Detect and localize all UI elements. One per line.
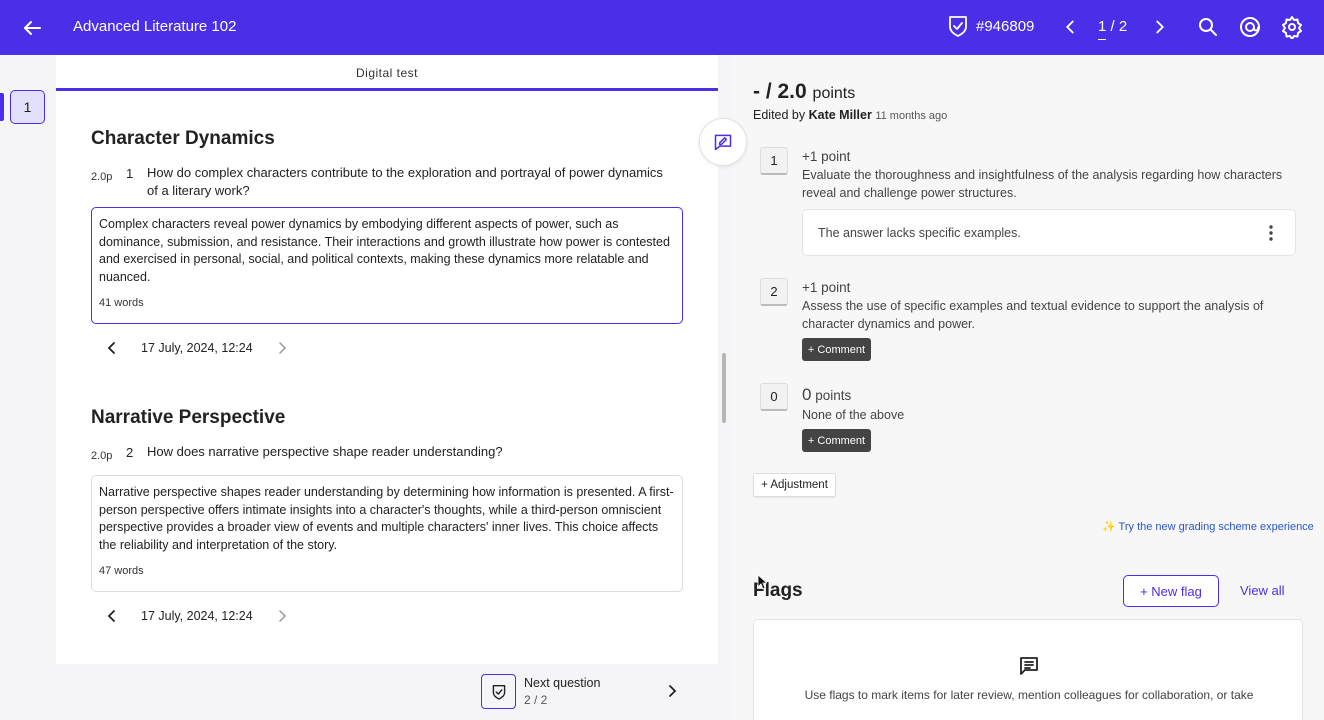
question-points-2: 2.0p	[91, 450, 113, 462]
comment-edit-icon	[714, 134, 732, 151]
try-new-grading-link[interactable]: ✨ Try the new grading scheme experience	[1102, 520, 1314, 533]
version-date-1: 17 July, 2024, 12:24	[141, 341, 253, 355]
add-comment-button-0[interactable]: + Comment	[802, 429, 871, 452]
editor-name: Kate Miller	[808, 108, 872, 122]
pager-current: 1	[1098, 18, 1107, 40]
feedback-button[interactable]	[699, 118, 747, 166]
criterion-key-1[interactable]: 1	[760, 147, 788, 175]
scrollbar-thumb[interactable]	[722, 353, 726, 423]
criterion-title-0: 0 points	[802, 385, 851, 405]
score-display: - / 2.0 points	[753, 80, 855, 104]
criterion-description-1: Evaluate the thoroughness and insightful…	[802, 168, 1283, 200]
next-question-button[interactable]: Next question 2 / 2	[481, 674, 691, 710]
criterion-key-2[interactable]: 2	[760, 278, 788, 306]
question-rail: 1	[0, 55, 56, 720]
score-value: - / 2.0	[753, 80, 807, 103]
search-icon[interactable]	[1196, 15, 1220, 39]
pager-total: / 2	[1110, 18, 1128, 35]
question-text-2: How does narrative perspective shape rea…	[147, 444, 503, 459]
tab-digital-test[interactable]: Digital test	[56, 55, 718, 91]
question-text-1: How do complex characters contribute to …	[147, 165, 663, 198]
shield-check-icon	[949, 16, 967, 37]
criterion-comment-card: The answer lacks specific examples.	[802, 209, 1296, 256]
previous-submission-icon[interactable]	[1059, 16, 1081, 38]
flags-empty-card: Use flags to mark items for later review…	[753, 619, 1303, 720]
version-date-2: 17 July, 2024, 12:24	[141, 609, 253, 623]
active-marker	[0, 93, 4, 121]
edited-prefix: Edited by	[753, 108, 806, 122]
version-nav-1: 17 July, 2024, 12:24	[105, 341, 289, 355]
criterion-title-2: +1 point	[802, 280, 851, 295]
criterion-key-0[interactable]: 0	[760, 383, 788, 411]
chevron-right-icon	[669, 685, 677, 697]
answer-text-1: Complex characters reveal power dynamics…	[99, 217, 670, 284]
flags-empty-text: Use flags to mark items for later review…	[804, 688, 1254, 702]
question-1-button[interactable]: 1	[10, 90, 45, 124]
previous-version-icon[interactable]	[105, 609, 119, 623]
criterion-title-1: +1 point	[802, 149, 851, 164]
score-unit: points	[812, 85, 856, 102]
question-number-2: 2	[126, 445, 134, 460]
version-nav-2: 17 July, 2024, 12:24	[105, 609, 289, 623]
next-version-icon[interactable]	[275, 609, 289, 623]
criterion-comment-text: The answer lacks specific examples.	[818, 226, 1021, 240]
answer-text-2: Narrative perspective shapes reader unde…	[99, 485, 674, 552]
next-question-label: Next question	[524, 676, 601, 690]
submission-pager: 1 / 2	[1098, 18, 1127, 40]
submission-id-text: #946809	[976, 18, 1035, 35]
criterion-description-0: None of the above	[802, 408, 905, 422]
section-title-2: Narrative Perspective	[91, 407, 286, 428]
word-count-2: 47 words	[99, 565, 144, 578]
word-count-1: 41 words	[99, 297, 144, 310]
edited-by: Edited by Kate Miller 11 months ago	[753, 108, 947, 122]
add-comment-button-2[interactable]: + Comment	[802, 338, 871, 361]
tab-digital-test-label: Digital test	[355, 66, 419, 80]
course-title: Advanced Literature 102	[73, 18, 237, 35]
answer-box-1[interactable]: Complex characters reveal power dynamics…	[91, 207, 683, 324]
new-flag-button[interactable]: + New flag	[1123, 575, 1219, 607]
back-arrow-icon[interactable]	[20, 16, 44, 40]
add-adjustment-button[interactable]: + Adjustment	[753, 473, 836, 497]
top-bar: Advanced Literature 102 #946809 1 / 2	[0, 0, 1324, 55]
notifications-icon[interactable]	[1238, 15, 1262, 39]
next-question-count: 2 / 2	[524, 693, 548, 707]
next-version-icon[interactable]	[275, 341, 289, 355]
submission-id: #946809	[948, 15, 1034, 37]
gear-icon[interactable]	[1280, 15, 1304, 39]
question-points-1: 2.0p	[91, 171, 113, 183]
previous-version-icon[interactable]	[105, 341, 119, 355]
more-vertical-icon[interactable]	[1264, 224, 1278, 242]
next-question-icon-box	[481, 674, 516, 709]
criterion-points-value: 0	[802, 385, 812, 404]
comment-icon	[1020, 657, 1038, 675]
criterion-description-2: Assess the use of specific examples and …	[802, 299, 1264, 331]
answer-box-2[interactable]: Narrative perspective shapes reader unde…	[91, 475, 683, 592]
edited-time: 11 months ago	[875, 110, 948, 122]
mouse-pointer-icon	[757, 574, 767, 590]
question-number-1: 1	[126, 166, 134, 181]
view-all-flags-link[interactable]: View all	[1240, 583, 1285, 598]
shield-check-icon	[492, 684, 505, 700]
criterion-points-unit: points	[815, 388, 852, 403]
section-title-1: Character Dynamics	[91, 128, 275, 149]
next-submission-icon[interactable]	[1149, 16, 1171, 38]
